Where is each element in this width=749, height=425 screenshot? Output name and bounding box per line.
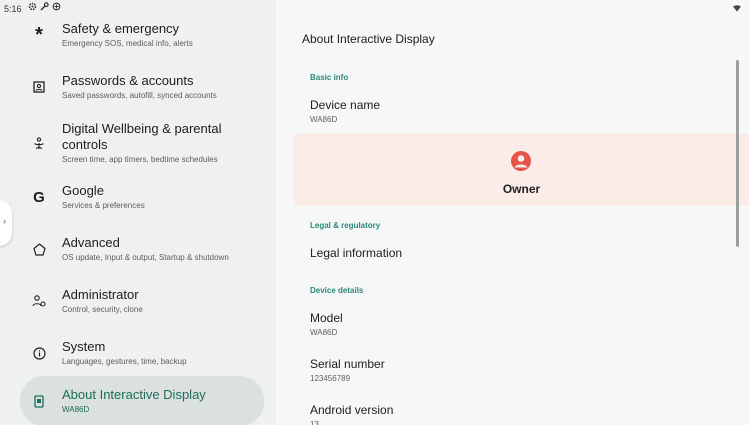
account-circle-icon <box>511 151 531 171</box>
sidebar-item-subtitle: OS update, Input & output, Startup & shu… <box>62 253 229 262</box>
pref-title: Legal information <box>310 246 403 260</box>
pref-title: Serial number <box>310 357 385 371</box>
about-panel: About Interactive Display Basic info Dev… <box>276 0 749 425</box>
owner-card[interactable]: Owner <box>294 134 749 206</box>
admin-icon <box>28 290 50 312</box>
section-legal: Legal & regulatory <box>310 221 381 230</box>
sidebar-item-safety[interactable]: * Safety & emergency Emergency SOS, medi… <box>20 18 264 52</box>
sidebar-item-system[interactable]: System Languages, gestures, time, backup <box>20 336 264 370</box>
sidebar-item-title: Safety & emergency <box>62 21 180 36</box>
sidebar-item-google[interactable]: G Google Services & preferences <box>20 180 264 214</box>
sidebar-item-title: Google <box>62 183 104 198</box>
sidebar-item-title: System <box>62 339 106 354</box>
sidebar-item-passwords[interactable]: Passwords & accounts Saved passwords, au… <box>20 70 264 104</box>
info-icon <box>28 342 50 364</box>
sidebar-item-title: About Interactive Display <box>62 387 206 402</box>
pref-device-name[interactable]: Device name WA86D <box>310 98 380 124</box>
account-box-icon <box>28 76 50 98</box>
sidebar-item-administrator[interactable]: Administrator Control, security, clone <box>20 284 264 318</box>
sidebar-item-title: Passwords & accounts <box>62 73 194 88</box>
sidebar-item-subtitle: WA86D <box>62 405 90 414</box>
pref-title: Model <box>310 311 343 325</box>
data-saver-icon <box>52 2 61 11</box>
wellbeing-icon <box>28 132 50 154</box>
wrench-icon <box>40 2 49 11</box>
section-device-details: Device details <box>310 286 364 295</box>
pref-value: WA86D <box>310 328 338 337</box>
pref-serial-number[interactable]: Serial number 123456789 <box>310 357 385 383</box>
wifi-icon <box>733 4 741 14</box>
page-title: About Interactive Display <box>302 32 435 46</box>
panel-drag-handle[interactable]: › <box>0 200 12 246</box>
sidebar-item-subtitle: Languages, gestures, time, backup <box>62 357 187 366</box>
sidebar-item-title: Digital Wellbeing & parental controls <box>62 121 222 152</box>
pref-value: 123456789 <box>310 374 351 383</box>
gear-icon <box>28 2 37 11</box>
status-time: 5:16 <box>4 4 22 14</box>
section-basic-info: Basic info <box>310 73 349 82</box>
sidebar-item-subtitle: Saved passwords, autofill, synced accoun… <box>62 91 217 100</box>
sidebar-item-subtitle: Control, security, clone <box>62 305 143 314</box>
sidebar-item-title: Advanced <box>62 235 120 250</box>
sidebar-item-title: Administrator <box>62 287 139 302</box>
sidebar-item-about[interactable]: About Interactive Display WA86D <box>20 376 264 425</box>
pref-title: Device name <box>310 98 381 112</box>
status-bar: 5:16 <box>0 0 749 18</box>
scrollbar[interactable] <box>736 60 739 247</box>
pref-android-version[interactable]: Android version 13 <box>310 403 393 425</box>
advanced-icon <box>28 238 50 260</box>
pref-title: Android version <box>310 403 394 417</box>
pref-value: 13 <box>310 420 319 425</box>
chevron-right-icon: › <box>3 216 6 226</box>
owner-name: Owner <box>502 182 541 196</box>
settings-sidebar: * Safety & emergency Emergency SOS, medi… <box>0 0 276 425</box>
pref-model[interactable]: Model WA86D <box>310 311 343 337</box>
asterisk-icon: * <box>35 23 43 46</box>
sidebar-item-subtitle: Services & preferences <box>62 201 145 210</box>
sidebar-item-advanced[interactable]: Advanced OS update, Input & output, Star… <box>20 232 264 266</box>
pref-legal-information[interactable]: Legal information <box>310 246 402 261</box>
google-icon: G <box>33 188 45 206</box>
sidebar-item-subtitle: Screen time, app timers, bedtime schedul… <box>62 155 218 164</box>
display-icon <box>28 390 50 412</box>
pref-value: WA86D <box>310 115 338 124</box>
sidebar-item-subtitle: Emergency SOS, medical info, alerts <box>62 39 193 48</box>
sidebar-item-wellbeing[interactable]: Digital Wellbeing & parental controls Sc… <box>20 118 264 168</box>
